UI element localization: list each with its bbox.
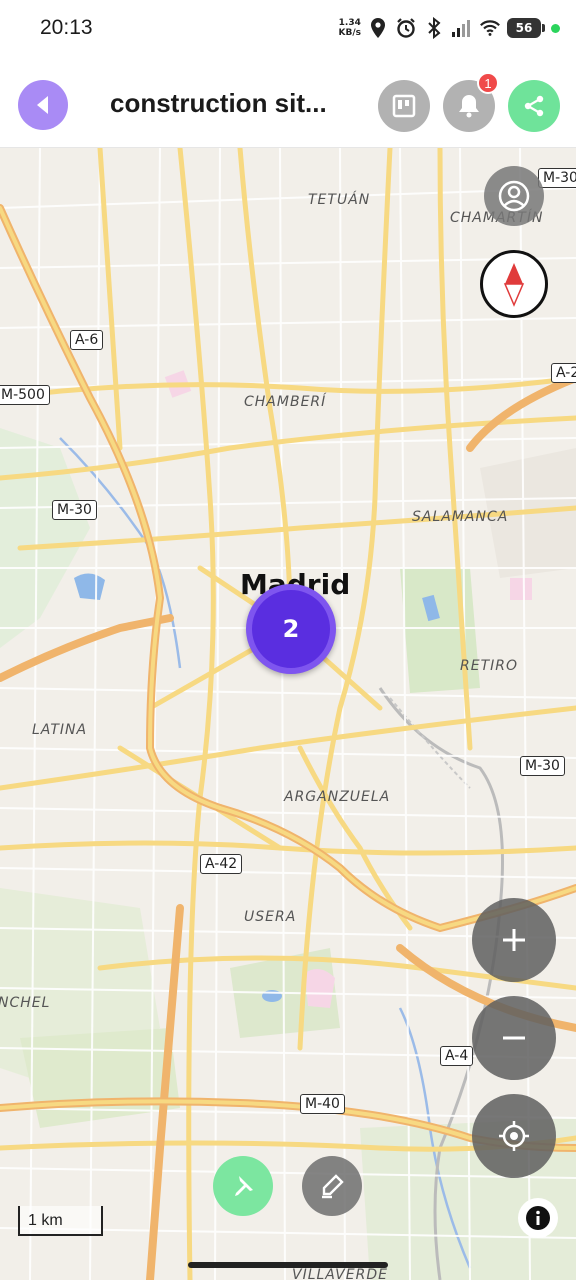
- road-shield: A-42: [200, 854, 243, 874]
- district-label: NCHEL: [0, 995, 51, 1011]
- privacy-dot: [551, 23, 560, 33]
- add-pin-button[interactable]: [213, 1156, 273, 1216]
- pin-icon: [235, 1176, 253, 1196]
- draw-icon: [322, 1174, 344, 1199]
- bluetooth-icon: [423, 17, 445, 39]
- compass-button[interactable]: [480, 250, 548, 318]
- zoom-out-button[interactable]: [472, 996, 556, 1080]
- marker-cluster[interactable]: 2: [246, 584, 336, 674]
- bell-icon: [459, 95, 479, 118]
- user-icon: [498, 180, 530, 212]
- net-speed: 1.34 KB/s: [339, 18, 361, 38]
- district-label: CHAMBERÍ: [244, 394, 327, 410]
- signal-icon: [451, 17, 473, 39]
- minus-icon: [503, 1036, 525, 1040]
- road-shield: A-2: [551, 363, 576, 383]
- locate-me-button[interactable]: [472, 1094, 556, 1178]
- road-shield: M-30: [520, 756, 565, 776]
- app-bar: construction sit... 1: [0, 56, 576, 148]
- district-label: USERA: [244, 909, 297, 925]
- share-icon: [524, 95, 544, 117]
- board-icon: [392, 94, 416, 118]
- road-shield: A-4: [440, 1046, 474, 1066]
- district-label: VILLAVERDE: [292, 1267, 388, 1280]
- road-shield: A-6: [70, 330, 104, 350]
- battery-icon: 56: [507, 18, 545, 38]
- notifications-button[interactable]: 1: [443, 72, 499, 132]
- user-location-button[interactable]: [484, 166, 544, 226]
- location-icon: [367, 17, 389, 39]
- scale-bar: 1 km: [18, 1206, 103, 1236]
- board-button[interactable]: [378, 80, 430, 132]
- road-shield: M-40: [300, 1094, 345, 1114]
- status-icons: 1.34 KB/s 56: [339, 14, 560, 42]
- plus-icon: [503, 929, 525, 951]
- net-speed-unit: KB/s: [338, 28, 361, 38]
- share-button[interactable]: [508, 80, 560, 132]
- back-arrow-icon: [37, 96, 48, 114]
- road-shield: M-500: [0, 385, 50, 405]
- map-view[interactable]: TETUÁN CHAMARTÍN CHAMBERÍ SALAMANCA RETI…: [0, 148, 576, 1280]
- road-shield: M-30: [52, 500, 97, 520]
- attribution-button[interactable]: [518, 1198, 558, 1238]
- scale-label: 1 km: [28, 1212, 63, 1229]
- district-label: RETIRO: [460, 658, 519, 674]
- page-title: construction sit...: [110, 88, 327, 118]
- compass-icon: [503, 263, 525, 307]
- status-time: 20:13: [40, 16, 93, 39]
- district-label: ARGANZUELA: [284, 789, 391, 805]
- district-label: LATINA: [32, 722, 88, 738]
- road-shield: M-30: [538, 168, 576, 188]
- info-icon: [526, 1206, 550, 1230]
- wifi-icon: [479, 17, 501, 39]
- status-bar: 20:13 1.34 KB/s 56: [0, 0, 576, 56]
- home-indicator[interactable]: [188, 1262, 388, 1268]
- alarm-icon: [395, 17, 417, 39]
- back-button[interactable]: [18, 80, 68, 130]
- net-speed-value: 1.34: [338, 18, 361, 28]
- district-label: SALAMANCA: [412, 509, 509, 525]
- draw-area-button[interactable]: [302, 1156, 362, 1216]
- zoom-in-button[interactable]: [472, 898, 556, 982]
- crosshair-icon: [499, 1121, 529, 1151]
- notification-badge: 1: [477, 72, 499, 94]
- district-label: TETUÁN: [308, 192, 371, 208]
